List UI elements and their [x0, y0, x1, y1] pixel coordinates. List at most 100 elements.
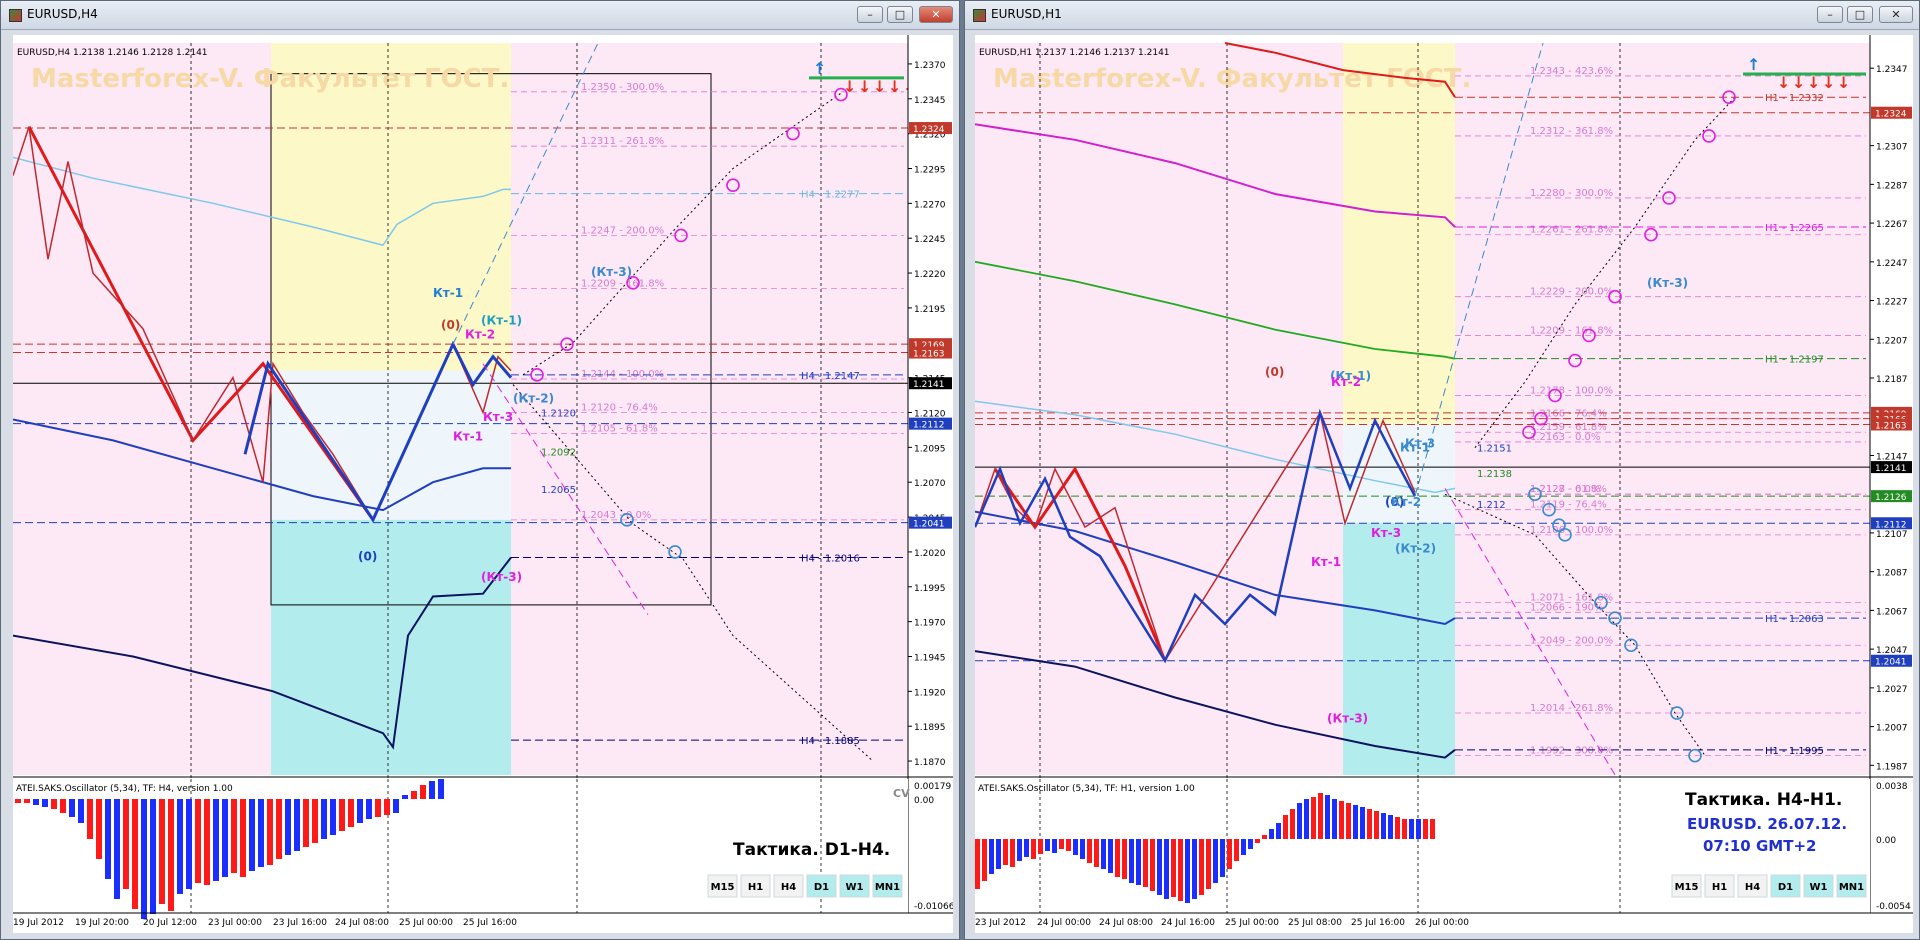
oscillator-bar [1094, 839, 1099, 867]
level-label: 1.2138 [1477, 469, 1512, 480]
button-label[interactable]: D1 [1778, 882, 1793, 893]
oscillator-bar [96, 799, 102, 859]
oscillator-axis-label: 0.00 [914, 796, 934, 806]
button-label[interactable]: M15 [711, 882, 735, 893]
timeframe-button-h1[interactable]: H1 [1704, 874, 1735, 898]
oscillator-bar [1185, 839, 1190, 903]
oscillator-bar [321, 799, 327, 839]
oscillator-bar [15, 799, 21, 803]
oscillator-bar [339, 799, 345, 831]
timeframe-button-h1[interactable]: H1 [740, 874, 771, 898]
oscillator-bar [1318, 793, 1323, 839]
close-button[interactable]: ✕ [1879, 6, 1913, 23]
button-label[interactable]: W1 [846, 882, 864, 893]
oscillator-bar [213, 799, 219, 881]
close-button[interactable]: ✕ [919, 6, 953, 23]
price-tag-label: 1.2041 [913, 520, 945, 530]
timeframe-button-d1[interactable]: D1 [1770, 874, 1801, 898]
price-chart-h1[interactable]: Masterforex-V. Факультет ГОСТ. 1.2343 - 4… [973, 35, 1913, 933]
oscillator-bar [330, 799, 336, 835]
level-label: 1.2151 [1477, 444, 1512, 455]
maximize-button[interactable]: □ [887, 6, 913, 23]
button-label[interactable]: D1 [814, 882, 829, 893]
oscillator-bar [276, 799, 282, 859]
oscillator-bar [1108, 839, 1113, 873]
oscillator-bar [1325, 795, 1330, 839]
oscillator-bar [285, 799, 291, 855]
minimize-button[interactable]: – [1817, 6, 1843, 23]
oscillator-bar [1423, 819, 1428, 839]
oscillator-bar [366, 799, 372, 819]
wave-label: (Кт-2) [513, 392, 554, 406]
level-label: 1.2065 [541, 485, 576, 496]
price-axis-label: 1.2095 [914, 444, 946, 454]
chart-area[interactable]: Masterforex-V. Факультет ГОСТ. 1.2350 - 3… [12, 35, 955, 937]
oscillator-bar [411, 791, 417, 799]
oscillator-bar [1276, 823, 1281, 839]
oscillator-bar [1213, 839, 1218, 883]
oscillator-bar [267, 799, 273, 865]
button-label[interactable]: H1 [1712, 882, 1727, 893]
time-axis-label: 24 Jul 08:00 [1099, 918, 1153, 928]
oscillator-bar [1395, 817, 1400, 839]
tactic-title: Тактика. H4-H1. [1685, 790, 1842, 810]
window-titlebar[interactable]: EURUSD,H4 – □ ✕ [1, 1, 959, 30]
price-tag-label: 1.2324 [913, 125, 945, 135]
timeframe-button-d1[interactable]: D1 [806, 874, 837, 898]
price-axis-label: 1.1920 [914, 688, 946, 698]
timeframe-button-m15[interactable]: M15 [1671, 874, 1702, 898]
oscillator-bar [1353, 805, 1358, 839]
oscillator-bar [996, 839, 1001, 869]
button-label[interactable]: H4 [1745, 882, 1760, 893]
time-axis-label: 23 Jul 2012 [975, 918, 1026, 928]
oscillator-bar [975, 839, 980, 889]
oscillator-bar [186, 799, 192, 889]
minimize-button[interactable]: – [857, 6, 883, 23]
time-axis-label: 23 Jul 16:00 [273, 918, 327, 928]
chart-window-icon [973, 9, 986, 22]
window-titlebar[interactable]: EURUSD,H1 – □ ✕ [965, 1, 1919, 30]
oscillator-bar [1416, 819, 1421, 839]
oscillator-bar [114, 799, 120, 899]
oscillator-bar [1192, 839, 1197, 899]
wave-label: Кт-3 [483, 410, 513, 424]
chart-area[interactable]: Masterforex-V. Факультет ГОСТ. 1.2343 - 4… [973, 35, 1913, 937]
button-label[interactable]: MN1 [875, 882, 900, 893]
timeframe-button-h4[interactable]: H4 [773, 874, 804, 898]
price-axis-label: 1.2027 [1876, 685, 1908, 695]
oscillator-bar [105, 799, 111, 879]
timeframe-button-mn1[interactable]: MN1 [872, 874, 903, 898]
oscillator-bar [1241, 839, 1246, 855]
wave-label: Кт-1 [1311, 555, 1341, 569]
oscillator-bar [1388, 815, 1393, 839]
price-axis-label: 1.2187 [1876, 375, 1908, 385]
tf-level-label: H1 - 1.1995 [1765, 746, 1824, 757]
button-label[interactable]: W1 [1810, 882, 1828, 893]
timeframe-button-m15[interactable]: M15 [707, 874, 738, 898]
button-label[interactable]: H4 [781, 882, 796, 893]
oscillator-bar [1115, 839, 1120, 877]
chart-window-icon [9, 9, 22, 22]
oscillator-bar [357, 799, 363, 823]
price-chart-h4[interactable]: Masterforex-V. Факультет ГОСТ. 1.2350 - 3… [12, 35, 955, 933]
price-axis-label: 1.1945 [914, 653, 946, 663]
down-arrow-icon: ↓ [843, 77, 856, 96]
fib-label: 1.2229 - 200.0% [1530, 287, 1613, 298]
timeframe-button-w1[interactable]: W1 [839, 874, 870, 898]
oscillator-bar [1248, 839, 1253, 849]
button-label[interactable]: MN1 [1839, 882, 1864, 893]
timeframe-button-mn1[interactable]: MN1 [1836, 874, 1867, 898]
chart-window-h1[interactable]: EURUSD,H1 – □ ✕ Masterforex-V. Факультет… [964, 0, 1920, 940]
timeframe-button-h4[interactable]: H4 [1737, 874, 1768, 898]
maximize-button[interactable]: □ [1847, 6, 1873, 23]
oscillator-bar [1227, 839, 1232, 869]
chart-window-h4[interactable]: EURUSD,H4 – □ ✕ Masterforex-V. Факультет… [0, 0, 960, 940]
fib-label: 1.2261 - 261.8% [1530, 225, 1613, 236]
button-label[interactable]: M15 [1675, 882, 1699, 893]
price-axis-label: 1.2195 [914, 305, 946, 315]
button-label[interactable]: H1 [748, 882, 763, 893]
oscillator-bar [1262, 835, 1267, 839]
oscillator-axis-label: 0.00 [1876, 836, 1896, 846]
tf-level-label: H4 - 1.2277 [801, 190, 860, 201]
timeframe-button-w1[interactable]: W1 [1803, 874, 1834, 898]
